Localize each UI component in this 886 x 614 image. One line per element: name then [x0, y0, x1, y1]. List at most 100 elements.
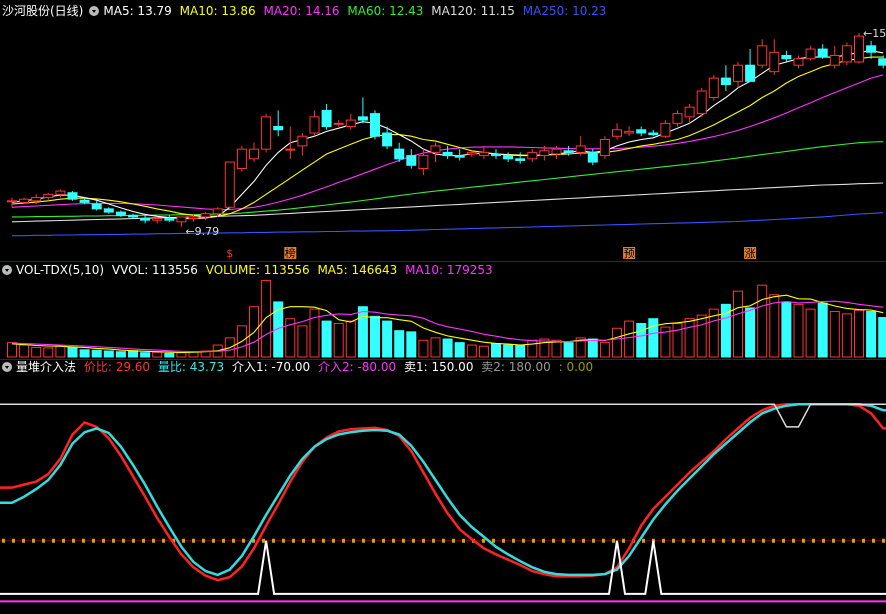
- volume-bar: [152, 351, 163, 358]
- price-chart: ←15.60 ←9.79 $ 榜 预 涨: [7, 27, 886, 260]
- candle: [733, 61, 743, 88]
- candle: [273, 110, 284, 137]
- volume-bar: [7, 342, 17, 358]
- volume-bar: [733, 290, 743, 358]
- candle-body: [357, 116, 368, 121]
- volume-bar: [878, 317, 886, 358]
- candle-body: [55, 190, 66, 195]
- candle: [720, 65, 731, 92]
- candle: [67, 191, 78, 201]
- volume-bar: [43, 347, 54, 358]
- ma-line-ma250: [12, 212, 884, 237]
- candle: [297, 133, 308, 156]
- candle: [660, 120, 671, 138]
- volume-bar: [442, 338, 453, 358]
- candle-body: [817, 48, 828, 58]
- candle-body: [672, 113, 683, 124]
- candle: [829, 45, 840, 69]
- candle-body: [79, 199, 90, 203]
- candle-body: [745, 64, 756, 82]
- candle: [708, 74, 719, 101]
- volume-bar: [164, 352, 175, 358]
- candle-body: [91, 203, 102, 210]
- volume-bar: [382, 320, 393, 358]
- candle: [200, 212, 211, 221]
- candle: [91, 200, 102, 211]
- candle: [503, 152, 514, 163]
- candle: [745, 49, 756, 82]
- candle: [866, 40, 877, 59]
- volume-bar: [696, 314, 707, 358]
- volume-bar: [866, 311, 877, 358]
- volume-bar: [176, 352, 187, 358]
- volume-bar: [515, 345, 526, 358]
- volume-panel: VOL-TDX(5,10) VVOL: 113556 VOLUME: 11355…: [0, 262, 886, 359]
- candle: [285, 126, 296, 159]
- candle: [43, 192, 54, 201]
- low-price-label: ←9.79: [185, 225, 219, 238]
- candle-body: [31, 197, 42, 202]
- candle: [636, 126, 647, 137]
- candle: [624, 126, 635, 137]
- candle-body: [612, 129, 622, 137]
- candle: [55, 189, 66, 198]
- event-marker: 预: [624, 247, 635, 260]
- candle-body: [164, 218, 175, 221]
- candle-body: [720, 77, 731, 86]
- candle-body: [261, 116, 272, 150]
- candle: [236, 145, 247, 172]
- candle-body: [527, 151, 538, 160]
- candle-body: [333, 122, 344, 125]
- candle: [805, 45, 816, 61]
- volume-bar: [478, 345, 489, 358]
- volume-bar: [91, 349, 102, 358]
- candle-body: [442, 151, 453, 157]
- candle-body: [394, 148, 405, 160]
- high-price-label: ←15.60: [863, 27, 886, 40]
- candle-body: [769, 51, 780, 73]
- volume-bar: [140, 352, 151, 358]
- candle: [575, 136, 586, 156]
- candle-body: [200, 213, 211, 218]
- candle: [599, 136, 610, 159]
- candle-body: [418, 155, 429, 170]
- candle-body: [491, 153, 501, 157]
- candle-body: [103, 208, 114, 213]
- candle-body: [854, 35, 864, 63]
- indicator-chart: [0, 402, 886, 603]
- candle-body: [648, 132, 659, 136]
- candle: [769, 39, 780, 75]
- volume-bar: [79, 349, 90, 358]
- volume-bar: [67, 346, 78, 358]
- volume-bar: [612, 327, 622, 358]
- candle: [164, 215, 175, 222]
- volume-bar: [345, 320, 356, 358]
- volume-bar: [454, 342, 465, 358]
- candle: [841, 42, 852, 66]
- candle-body: [249, 148, 259, 160]
- candle: [394, 142, 405, 163]
- volume-bar: [418, 339, 429, 358]
- volume-bar: [587, 338, 598, 358]
- candle-body: [115, 211, 126, 216]
- candle: [817, 44, 828, 59]
- candle: [696, 87, 707, 117]
- candle-body: [454, 155, 465, 158]
- candle: [418, 149, 429, 175]
- volume-bar: [261, 279, 272, 358]
- candle-body: [599, 138, 610, 157]
- candle-body: [515, 158, 526, 161]
- indicator-panel: 量堆介入法 价比: 29.60 量比: 43.73 介入1: -70.00 介入…: [0, 359, 886, 614]
- candle-body: [878, 58, 886, 66]
- volume-bar: [19, 344, 30, 358]
- candle-body: [67, 192, 78, 200]
- candle-body: [43, 193, 54, 199]
- candle: [442, 145, 453, 159]
- candle: [249, 142, 259, 163]
- candle-body: [636, 129, 647, 134]
- candle: [261, 113, 272, 153]
- candle-body: [551, 148, 562, 155]
- volume-bar: [817, 302, 828, 358]
- candle: [491, 149, 501, 159]
- volume-bar: [115, 351, 126, 358]
